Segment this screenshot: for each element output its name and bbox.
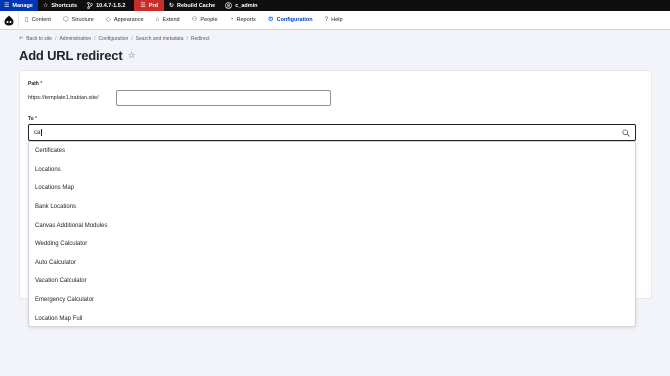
manage-button[interactable]: ☰ Manage	[0, 0, 38, 11]
tray-item-content[interactable]: ▯ Content	[19, 11, 57, 30]
rebuild-cache-label: Rebuild Cache	[177, 2, 216, 9]
breadcrumb: ↶ Back to site / Administration / Config…	[19, 36, 210, 42]
breadcrumb-item-search-metadata[interactable]: Search and metadata	[136, 36, 184, 42]
autocomplete-option[interactable]: Location Map Full	[29, 309, 635, 328]
autocomplete-option[interactable]: Locations Map	[29, 179, 635, 198]
tray-item-label: Reports	[236, 17, 256, 23]
people-icon: ⚇	[191, 15, 198, 23]
tray-item-help[interactable]: ? Help	[319, 11, 349, 30]
tray-item-configuration[interactable]: ⚙ Configuration	[262, 11, 319, 30]
required-marker: *	[35, 116, 38, 122]
page-title-text: Add URL redirect	[19, 48, 123, 63]
server-icon: ☰	[140, 2, 146, 9]
tray-item-structure[interactable]: ⬡ Structure	[57, 11, 100, 30]
search-icon	[622, 129, 630, 137]
git-branch-icon	[87, 2, 93, 9]
breadcrumb-item-configuration[interactable]: Configuration	[99, 36, 129, 42]
autocomplete-option[interactable]: Vacation Calculator	[29, 272, 635, 291]
user-label: c_admin	[235, 2, 258, 9]
tray-item-reports[interactable]: ◔ Reports	[224, 11, 262, 30]
star-icon: ☆	[43, 2, 49, 9]
tray-item-extend[interactable]: ⌂ Extend	[150, 11, 186, 30]
autocomplete-option[interactable]: Canvas Additional Modules	[29, 216, 635, 235]
breadcrumb-separator: /	[186, 36, 188, 42]
autocomplete-option[interactable]: Auto Calculator	[29, 254, 635, 273]
required-marker: *	[40, 81, 43, 87]
tray-item-label: People	[200, 17, 218, 23]
environment-badge[interactable]: ☰ Prd	[134, 0, 164, 11]
content-icon: ▯	[25, 15, 29, 23]
user-icon	[225, 2, 233, 9]
manage-label: Manage	[12, 2, 33, 9]
to-label: To *	[28, 116, 37, 122]
configuration-icon: ⚙	[267, 15, 274, 23]
environment-label: Prd	[148, 2, 158, 9]
autocomplete-dropdown: Certificates Locations Locations Map Ban…	[28, 141, 636, 327]
tray-item-label: Content	[31, 17, 51, 23]
tray-item-label: Structure	[71, 17, 94, 23]
menu-icon: ☰	[4, 2, 10, 9]
version-label: 10.4.7-1.5.2	[96, 2, 126, 9]
extend-icon: ⌂	[155, 15, 160, 23]
version-button[interactable]: 10.4.7-1.5.2	[82, 0, 130, 11]
shortcuts-button[interactable]: ☆ Shortcuts	[38, 0, 82, 11]
to-input-value: ca	[34, 129, 41, 136]
user-menu-button[interactable]: c_admin	[220, 0, 262, 11]
drupal-logo[interactable]	[0, 10, 19, 30]
admin-tray: ▯ Content ⬡ Structure ◇ Appearance ⌂ Ext…	[0, 10, 670, 30]
drupal-icon	[4, 15, 14, 25]
tray-item-appearance[interactable]: ◇ Appearance	[100, 11, 150, 30]
back-arrow-icon: ↶	[19, 36, 24, 42]
reports-icon: ◔	[229, 15, 234, 23]
autocomplete-option[interactable]: Emergency Calculator	[29, 291, 635, 310]
breadcrumb-separator: /	[94, 36, 96, 42]
autocomplete-option[interactable]: Wedding Calculator	[29, 235, 635, 254]
breadcrumb-item-administration[interactable]: Administration	[59, 36, 91, 42]
appearance-icon: ◇	[105, 15, 111, 23]
refresh-icon: ↻	[168, 2, 175, 9]
path-label-text: Path	[28, 81, 39, 87]
breadcrumb-back-link[interactable]: Back to site	[26, 36, 52, 42]
breadcrumb-item-redirect[interactable]: Redirect	[191, 36, 210, 42]
breadcrumb-separator: /	[131, 36, 133, 42]
rebuild-cache-button[interactable]: ↻ Rebuild Cache	[164, 0, 220, 11]
shortcut-star-icon[interactable]: ☆	[127, 50, 135, 61]
help-icon: ?	[324, 15, 329, 23]
to-label-text: To	[28, 116, 34, 122]
path-input[interactable]	[116, 90, 331, 106]
shortcuts-label: Shortcuts	[51, 2, 78, 9]
structure-icon: ⬡	[62, 15, 69, 23]
autocomplete-option[interactable]: Bank Locations	[29, 198, 635, 217]
tray-item-label: Appearance	[113, 17, 144, 23]
autocomplete-option[interactable]: Certificates	[29, 142, 635, 161]
tray-item-label: Help	[331, 17, 343, 23]
tray-item-label: Extend	[162, 17, 180, 23]
autocomplete-option[interactable]: Locations	[29, 161, 635, 180]
breadcrumb-separator: /	[55, 36, 57, 42]
tray-item-people[interactable]: ⚇ People	[186, 11, 224, 30]
admin-toolbar: ☰ Manage ☆ Shortcuts 10.4.7-1.5.2 ☰ Prd …	[0, 0, 670, 11]
tray-item-label: Configuration	[276, 17, 313, 23]
page-title: Add URL redirect ☆	[19, 48, 136, 63]
path-label: Path *	[28, 81, 42, 87]
path-prefix: https://template1.trabian.site/	[28, 95, 99, 101]
text-caret	[40, 129, 42, 136]
to-input[interactable]: ca	[28, 124, 636, 141]
